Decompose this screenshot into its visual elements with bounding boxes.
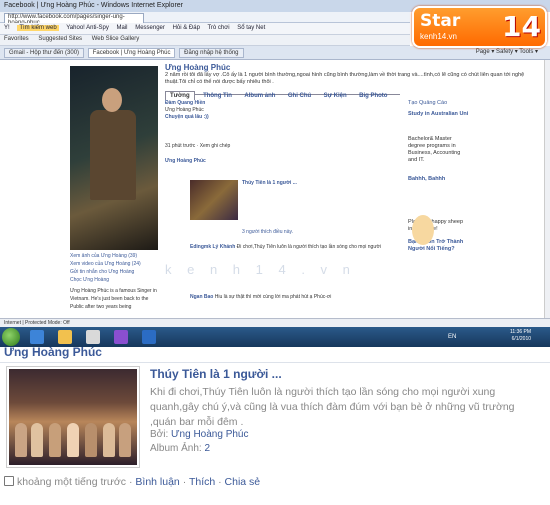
- comment-2: Ngan Bao Hiu là sự thật thì mời cùng lời…: [190, 294, 400, 301]
- scrollbar[interactable]: [544, 60, 550, 318]
- toolbar-item[interactable]: Yahoo! Anti-Spy: [66, 25, 109, 31]
- post-description: Khi đi chơi,Thúy Tiên luôn là người thíc…: [150, 386, 515, 428]
- comment-user[interactable]: Edingmk Lý Khánh: [190, 244, 235, 250]
- tab-albums[interactable]: Album ảnh: [240, 92, 279, 100]
- favorites-bar: Favorites Suggested Sites Web Slice Gall…: [0, 35, 410, 46]
- feed-to[interactable]: Ưng Hoàng Phúc: [165, 107, 400, 114]
- farmville-sheep-icon[interactable]: [412, 215, 434, 245]
- yahoo-toolbar: Y! Tìm kiếm web Yahoo! Anti-Spy Mail Mes…: [0, 23, 410, 35]
- post-small: Thúy Tiên là 1 người ... 3 người thích đ…: [242, 180, 400, 236]
- tab-notes[interactable]: Ghi Chú: [284, 92, 315, 100]
- album-count[interactable]: 2: [204, 443, 210, 454]
- tab-login[interactable]: Đăng nhập hệ thống: [179, 48, 244, 58]
- ad-study-title[interactable]: Study in Australian Uni: [408, 111, 543, 118]
- bio-text: Ưng Hoàng Phúc is a famous Singer in Vie…: [70, 288, 157, 310]
- kenh14-logo: Star kenh14.vn 14: [412, 6, 547, 48]
- toolbar-item[interactable]: Mail: [117, 25, 128, 31]
- comment-text: Hiu là sự thật thì mời cùng lời ma phát …: [214, 294, 332, 300]
- comment-text: Đi chơi,Thúy Tiên luôn là người thích tạ…: [236, 244, 382, 250]
- comment-link[interactable]: Bình luận: [135, 476, 179, 488]
- photos-link[interactable]: Xem ảnh của Ưng Hoàng (39): [70, 252, 162, 260]
- web-slice-link[interactable]: Web Slice Gallery: [92, 36, 140, 42]
- yahoo-icon[interactable]: [114, 330, 128, 344]
- watermark: k e n h 1 4 . v n: [165, 262, 356, 277]
- language-indicator[interactable]: EN: [448, 334, 456, 340]
- post-meta: Bởi: Ưng Hoàng Phúc Album Ảnh: 2: [150, 429, 249, 454]
- clock[interactable]: 11:36 PM 6/1/2010: [510, 329, 531, 343]
- media-icon[interactable]: [86, 330, 100, 344]
- toolbar-item[interactable]: Y!: [4, 25, 10, 31]
- tab-info[interactable]: Thông Tin: [199, 92, 236, 100]
- profile-photo[interactable]: [70, 66, 158, 250]
- command-bar[interactable]: Page ▾ Safety ▾ Tools ▾: [472, 48, 542, 58]
- comment-1: Edingmk Lý Khánh Đi chơi,Thúy Tiên luôn …: [190, 244, 400, 251]
- toolbar-item[interactable]: Sổ tay Net: [237, 25, 265, 31]
- tab-bigphoto[interactable]: Big Photo: [355, 92, 391, 100]
- zoom-profile-name[interactable]: Ưng Hoàng Phúc: [4, 345, 102, 359]
- profile-links: Xem ảnh của Ưng Hoàng (39) Xem video của…: [70, 252, 162, 311]
- feed-item: Đàm Quang Hiền Ưng Hoàng Phúc Chuyện quá…: [165, 100, 400, 165]
- like-link[interactable]: Thích: [189, 476, 215, 488]
- status-bar: Internet | Protected Mode: Off: [0, 318, 550, 327]
- post-thumbnail-small[interactable]: [190, 180, 238, 220]
- videos-link[interactable]: Xem video của Ưng Hoàng (24): [70, 260, 162, 268]
- feed-time: 31 phút trước · Xem ghi chép: [165, 143, 231, 149]
- profile-name[interactable]: Ưng Hoàng Phúc: [165, 63, 230, 72]
- author-link[interactable]: Ưng Hoàng Phúc: [171, 429, 248, 440]
- toolbar-item[interactable]: Messenger: [135, 25, 165, 31]
- start-icon[interactable]: [2, 328, 20, 346]
- profile-tabs: Tường Thông Tin Album ảnh Ghi Chú Sự Kiệ…: [165, 84, 400, 100]
- tab-facebook[interactable]: Facebook | Ưng Hoàng Phúc: [87, 48, 176, 58]
- create-ad-link[interactable]: Tạo Quảng Cáo: [408, 100, 543, 107]
- post-photo[interactable]: [6, 366, 140, 468]
- tab-bar: Gmail - Hộp thư đến (300) Facebook | Ưng…: [0, 46, 550, 60]
- tab-gmail[interactable]: Gmail - Hộp thư đến (300): [4, 48, 85, 58]
- tab-wall[interactable]: Tường: [165, 91, 195, 100]
- folder-icon[interactable]: [58, 330, 72, 344]
- ad-study-text: Bachelor& Master degree programs in Busi…: [408, 136, 461, 163]
- feed-user-2[interactable]: Ưng Hoàng Phúc: [165, 158, 400, 165]
- tab-events[interactable]: Sự Kiện: [320, 92, 351, 100]
- toolbar-item[interactable]: Trò chơi: [207, 25, 229, 31]
- toolbar-item[interactable]: Hỏi & Đáp: [173, 25, 200, 31]
- post-type-icon: [4, 476, 14, 486]
- likes-count[interactable]: 3 người thích điều này.: [242, 229, 400, 236]
- message-link[interactable]: Gửi tin nhắn cho Ưng Hoàng: [70, 268, 162, 276]
- post-actions: khoảng một tiếng trước · Bình luận · Thí…: [4, 476, 260, 488]
- post-time: khoảng một tiếng trước: [17, 476, 127, 488]
- ie-icon[interactable]: [30, 330, 44, 344]
- taskbar: [0, 327, 550, 347]
- post-small-title[interactable]: Thúy Tiên là 1 người ...: [242, 180, 400, 187]
- ad-farm-title[interactable]: Bahhh, Bahhh: [408, 176, 543, 183]
- toolbar-item[interactable]: Tìm kiếm web: [17, 25, 59, 31]
- suggested-sites-link[interactable]: Suggested Sites: [38, 36, 82, 42]
- favorites-button[interactable]: Favorites: [4, 36, 29, 42]
- feed-title[interactable]: Chuyện quá lâu :)): [165, 114, 400, 121]
- feed-user[interactable]: Đàm Quang Hiền: [165, 100, 400, 107]
- share-link[interactable]: Chia sẻ: [225, 476, 261, 488]
- divider: [0, 362, 550, 363]
- address-bar: http://www.facebook.com/pages/singer-ung…: [0, 12, 410, 27]
- poke-link[interactable]: Chọc Ưng Hoàng: [70, 276, 162, 284]
- comment-user[interactable]: Ngan Bao: [190, 294, 213, 300]
- post-title[interactable]: Thúy Tiên là 1 người ...: [150, 367, 282, 381]
- word-icon[interactable]: [142, 330, 156, 344]
